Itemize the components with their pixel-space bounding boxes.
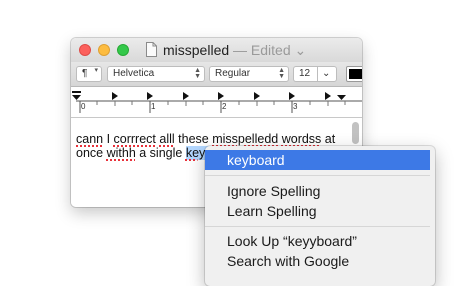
word: once [76, 146, 107, 160]
ruler[interactable]: 0 1 2 3 [71, 87, 362, 118]
word: a single [135, 146, 186, 160]
text-color-fill [349, 69, 362, 79]
word[interactable]: misspelledd [212, 132, 278, 146]
word[interactable]: withh [107, 146, 136, 160]
typeface-popup[interactable]: Regular ▲ ▼ [209, 66, 289, 82]
chevron-down-icon: ⌄ [322, 68, 331, 79]
minimize-button[interactable] [98, 44, 110, 56]
paragraph-icon: ¶ [82, 68, 88, 79]
menu-item-ignore-spelling[interactable]: Ignore Spelling [205, 181, 430, 201]
word: I [103, 132, 114, 146]
font-size-field[interactable]: 12 [293, 66, 317, 82]
chevron-down-icon: ▾ [94, 67, 98, 74]
tab-stop-marker[interactable] [254, 92, 260, 100]
ruler-number: 0 [81, 102, 86, 111]
menu-item-learn-spelling[interactable]: Learn Spelling [205, 201, 430, 221]
title-chevron-icon[interactable]: ⌄ [295, 42, 307, 58]
word[interactable]: corrrect [114, 132, 156, 146]
window-title: misspelled — Edited ⌄ [163, 42, 306, 59]
left-indent-marker[interactable] [72, 95, 81, 100]
typeface-value: Regular [215, 68, 251, 79]
ruler-graphic [72, 91, 362, 113]
word[interactable]: wordss [282, 132, 322, 146]
document-icon [146, 42, 157, 57]
title-bar[interactable]: misspelled — Edited ⌄ [71, 38, 362, 62]
edited-status: — Edited [233, 42, 291, 58]
word[interactable]: cann [76, 132, 103, 146]
font-size-popup[interactable]: ⌄ [317, 66, 337, 82]
menu-item-look-up[interactable]: Look Up “keyyboard” [205, 231, 430, 251]
ruler-number: 2 [222, 102, 227, 111]
font-size-value: 12 [299, 68, 311, 79]
word: at [321, 132, 336, 146]
menu-item-search-google[interactable]: Search with Google [205, 251, 430, 271]
vertical-scrollbar[interactable] [352, 122, 359, 144]
tab-stop-marker[interactable] [112, 92, 118, 100]
menu-item-suggestion[interactable]: keyboard [205, 150, 430, 170]
tab-stop-marker[interactable] [147, 92, 153, 100]
word: these [174, 132, 213, 146]
tab-stop-marker[interactable] [325, 92, 331, 100]
right-indent-marker[interactable] [337, 95, 346, 100]
tab-stop-marker[interactable] [183, 92, 189, 100]
ruler-number: 1 [151, 102, 156, 111]
updown-arrows-icon: ▲ ▼ [278, 67, 285, 80]
document-name: misspelled [163, 42, 230, 58]
tab-stop-marker[interactable] [289, 92, 295, 100]
text-line-1: cann I corrrect alll these misspelledd w… [76, 132, 335, 146]
close-button[interactable] [79, 44, 91, 56]
format-bar: ¶ ▾ Helvetica ▲ ▼ Regular ▲ ▼ 12 ⌄ [71, 62, 362, 87]
updown-arrows-icon: ▲ ▼ [194, 67, 201, 80]
font-family-popup[interactable]: Helvetica ▲ ▼ [107, 66, 205, 82]
word[interactable]: alll [159, 132, 174, 146]
font-family-value: Helvetica [113, 68, 155, 79]
menu-separator [205, 175, 430, 176]
zoom-button[interactable] [117, 44, 129, 56]
text-color-well[interactable] [346, 66, 362, 82]
first-line-indent-marker[interactable] [72, 91, 81, 93]
tab-stop-marker[interactable] [218, 92, 224, 100]
ruler-number: 3 [293, 102, 298, 111]
spelling-context-menu: keyboard Ignore Spelling Learn Spelling … [205, 146, 435, 286]
menu-separator [205, 226, 430, 227]
paragraph-style-popup[interactable]: ¶ ▾ [76, 66, 102, 82]
text-line-2: once withh a single keyy [76, 146, 212, 160]
